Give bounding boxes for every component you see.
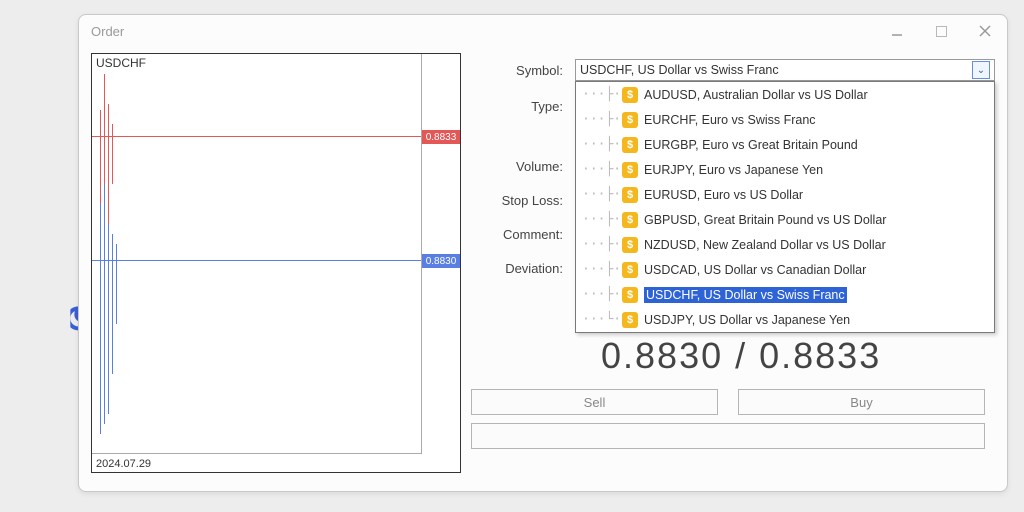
deviation-label: Deviation: [471,261,571,276]
currency-icon: $ [622,212,638,228]
stop-loss-label: Stop Loss: [471,193,571,208]
currency-icon: $ [622,312,638,328]
window-title: Order [91,24,124,39]
price-chart: USDCHF 0.8833 0.8830 2024.07.29 [91,53,461,473]
candle [104,184,105,424]
chart-canvas [92,54,422,454]
tree-connector-icon: ···├· [582,287,618,302]
price-quote: 0.8830 / 0.8833 [601,335,881,377]
candle [116,244,117,324]
currency-icon: $ [622,287,638,303]
symbol-option[interactable]: ···├· $ EURUSD, Euro vs US Dollar [576,182,994,207]
symbol-option-label: EURJPY, Euro vs Japanese Yen [644,163,823,177]
symbol-option-label: NZDUSD, New Zealand Dollar vs US Dollar [644,238,886,252]
currency-icon: $ [622,112,638,128]
symbol-option[interactable]: ···└· $ USDJPY, US Dollar vs Japanese Yen [576,307,994,332]
tree-connector-icon: ···├· [582,237,618,252]
tree-connector-icon: ···├· [582,262,618,277]
symbol-dropdown-list[interactable]: ···├· $ AUDUSD, Australian Dollar vs US Do… [575,81,995,333]
symbol-option[interactable]: ···├· $ USDCAD, US Dollar vs Canadian Doll… [576,257,994,282]
window-controls [887,21,995,41]
bid-price-tag: 0.8830 [422,254,460,268]
tree-connector-icon: ···├· [582,87,618,102]
candle [108,104,109,224]
symbol-option[interactable]: ···├· $ NZDUSD, New Zealand Dollar vs US D… [576,232,994,257]
candle [112,234,113,374]
symbol-option-label: EURCHF, Euro vs Swiss Franc [644,113,816,127]
symbol-selected-text: USDCHF, US Dollar vs Swiss Franc [580,63,972,77]
symbol-label: Symbol: [471,63,571,78]
minimize-icon [891,25,903,37]
tree-connector-icon: ···├· [582,212,618,227]
tree-connector-icon: ···├· [582,137,618,152]
order-window: Order USDCHF [78,14,1008,492]
tree-connector-icon: ···├· [582,112,618,127]
symbol-option[interactable]: ···├· $ USDCHF, US Dollar vs Swiss Franc [576,282,994,307]
ask-line [92,136,421,137]
sell-button[interactable]: Sell [471,389,718,415]
symbol-option-label: EURGBP, Euro vs Great Britain Pound [644,138,858,152]
volume-label: Volume: [471,159,571,174]
symbol-option[interactable]: ···├· $ AUDUSD, Australian Dollar vs US Do… [576,82,994,107]
action-row: Sell Buy [471,389,985,415]
symbol-option-label: USDCAD, US Dollar vs Canadian Dollar [644,263,866,277]
chevron-down-icon: ⌄ [977,65,985,76]
minimize-button[interactable] [887,21,907,41]
bid-line [92,260,421,261]
tree-connector-icon: ···├· [582,187,618,202]
tree-connector-icon: ···└· [582,312,618,327]
window-content: USDCHF 0.8833 0.8830 2024.07.29 [79,47,1007,491]
currency-icon: $ [622,262,638,278]
ask-price-tag: 0.8833 [422,130,460,144]
candle [100,204,101,434]
symbol-option-label: USDCHF, US Dollar vs Swiss Franc [644,287,847,303]
symbol-option[interactable]: ···├· $ EURCHF, Euro vs Swiss Franc [576,107,994,132]
candle [108,224,109,414]
symbol-option[interactable]: ···├· $ GBPUSD, Great Britain Pound vs US … [576,207,994,232]
symbol-option[interactable]: ···├· $ EURGBP, Euro vs Great Britain Poun… [576,132,994,157]
type-label: Type: [471,99,571,114]
chart-x-axis-label: 2024.07.29 [96,458,151,470]
symbol-dropdown-button[interactable]: ⌄ [972,61,990,79]
symbol-option[interactable]: ···├· $ EURJPY, Euro vs Japanese Yen [576,157,994,182]
symbol-option-label: EURUSD, Euro vs US Dollar [644,188,803,202]
order-form: Symbol: Type: Volume: Stop Loss: Comment… [471,53,995,481]
symbol-option-label: USDJPY, US Dollar vs Japanese Yen [644,313,850,327]
symbol-combobox[interactable]: USDCHF, US Dollar vs Swiss Franc ⌄ [575,59,995,81]
close-icon [978,24,992,38]
maximize-icon [936,26,947,37]
close-button[interactable] [975,21,995,41]
currency-icon: $ [622,87,638,103]
candle [112,124,113,184]
tree-connector-icon: ···├· [582,162,618,177]
status-bar [471,423,985,449]
buy-button[interactable]: Buy [738,389,985,415]
currency-icon: $ [622,237,638,253]
currency-icon: $ [622,187,638,203]
comment-label: Comment: [471,227,571,242]
symbol-option-label: AUDUSD, Australian Dollar vs US Dollar [644,88,868,102]
currency-icon: $ [622,162,638,178]
titlebar: Order [79,15,1007,47]
currency-icon: $ [622,137,638,153]
symbol-option-label: GBPUSD, Great Britain Pound vs US Dollar [644,213,886,227]
maximize-button[interactable] [931,21,951,41]
